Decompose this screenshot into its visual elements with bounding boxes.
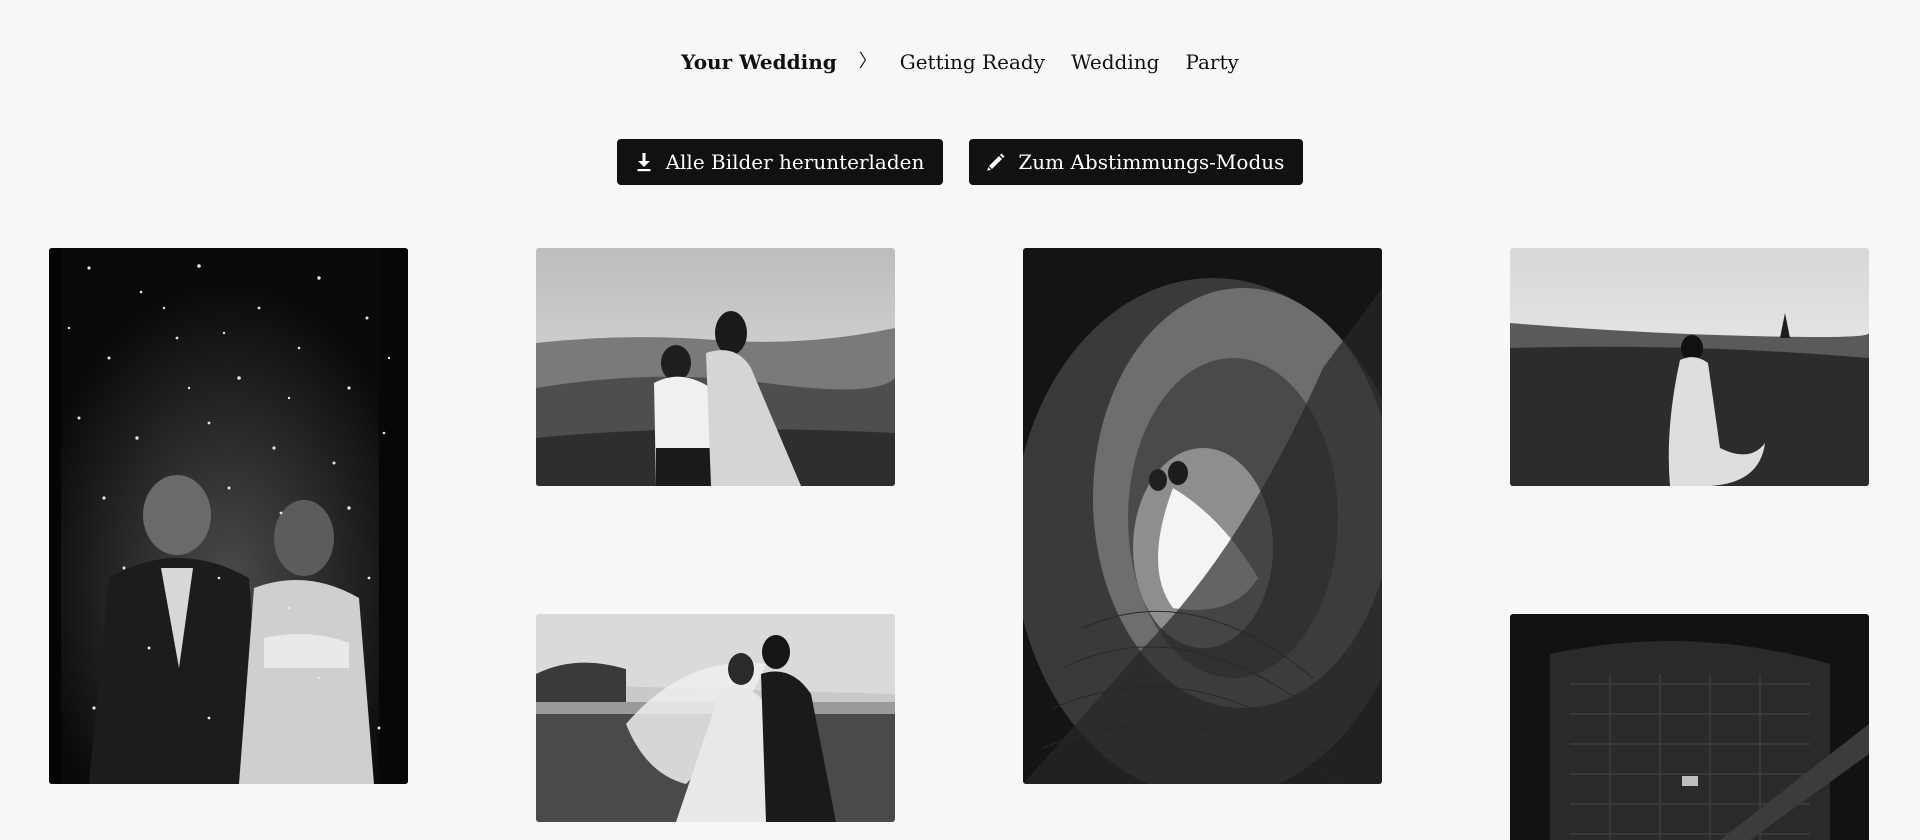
pencil-icon xyxy=(986,151,1006,173)
gallery-photo-veil-kiss[interactable] xyxy=(536,614,895,822)
download-icon xyxy=(634,151,654,173)
nav-item-your-wedding[interactable]: Your Wedding xyxy=(681,46,837,78)
nav-item-getting-ready[interactable]: Getting Ready xyxy=(900,46,1045,78)
vote-mode-label: Zum Abstimmungs-Modus xyxy=(1018,149,1285,174)
action-bar: Alle Bilder herunterladen Zum Abstimmung… xyxy=(0,138,1920,185)
download-all-label: Alle Bilder herunterladen xyxy=(665,149,925,174)
nav-item-party[interactable]: Party xyxy=(1185,46,1238,78)
gallery-photo-mountain-hug[interactable] xyxy=(536,248,895,486)
gallery-photo-spiral-staircase[interactable] xyxy=(1023,248,1382,784)
vote-mode-button[interactable]: Zum Abstimmungs-Modus xyxy=(969,138,1304,185)
download-all-button[interactable]: Alle Bilder herunterladen xyxy=(616,138,944,185)
gallery-photo-bride-field[interactable] xyxy=(1510,248,1869,486)
gallery-nav: Your Wedding 〉 Getting Ready Wedding Par… xyxy=(0,46,1920,78)
breadcrumb-separator-icon: 〉 xyxy=(858,51,877,72)
gallery-photo-dark-wall[interactable] xyxy=(1510,614,1869,840)
gallery-photo-confetti-couple[interactable] xyxy=(49,248,408,784)
nav-item-wedding[interactable]: Wedding xyxy=(1071,46,1159,78)
